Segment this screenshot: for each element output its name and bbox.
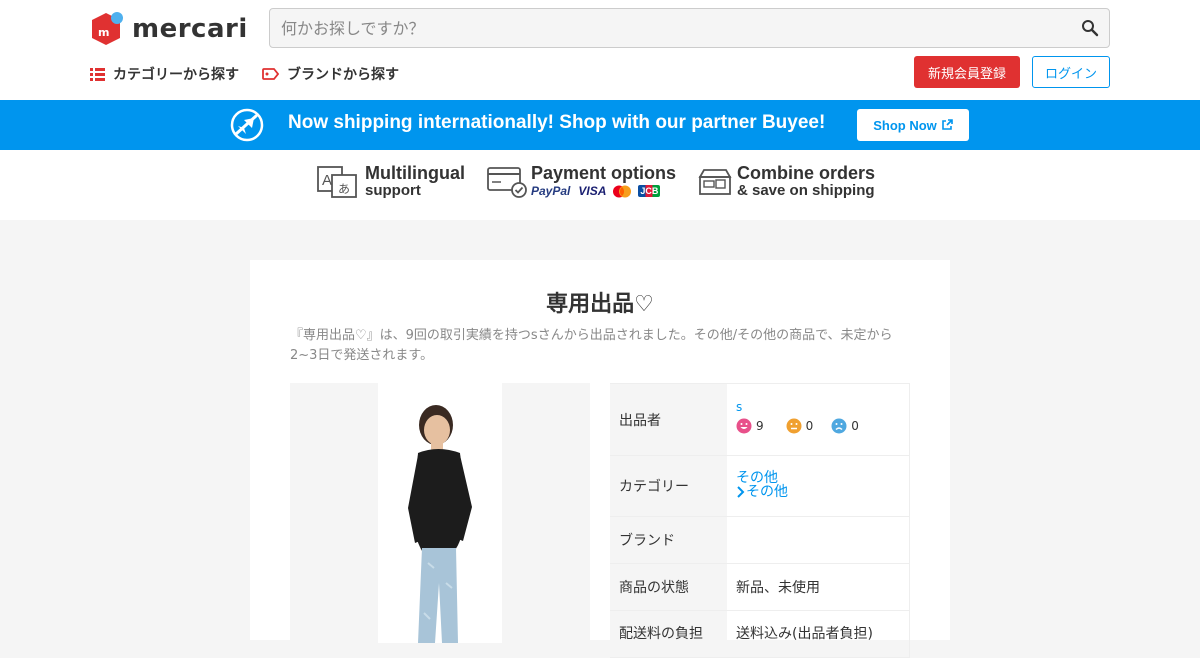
photo-frame bbox=[378, 383, 502, 643]
item-description: 『専用出品♡』は、9回の取引実績を持つsさんから出品されました。その他/その他の… bbox=[290, 328, 893, 363]
rating-normal-count: 0 bbox=[805, 419, 814, 433]
features-bar: A あ Multilingual support Payment options… bbox=[0, 150, 1200, 220]
login-button[interactable]: ログイン bbox=[1032, 56, 1110, 88]
sad-face-icon bbox=[831, 418, 847, 434]
svg-text:あ: あ bbox=[338, 182, 350, 196]
condition-value: 新品、未使用 bbox=[727, 564, 910, 610]
svg-text:A: A bbox=[322, 172, 332, 189]
nav-category-link[interactable]: カテゴリーから探す bbox=[90, 64, 239, 84]
combine-title: Combine orders bbox=[737, 163, 876, 183]
translate-icon: A あ bbox=[317, 166, 357, 198]
rating-good-count: 9 bbox=[756, 419, 764, 433]
rating-bad: 0 bbox=[831, 418, 859, 434]
combine-sub: & save on shipping bbox=[737, 182, 875, 199]
list-icon bbox=[90, 67, 105, 81]
item-details-table: 出品者 s 9 0 0 カテゴリー その他 その他 ブランド 商品の状態 新品、… bbox=[610, 383, 910, 658]
visa-logo: VISA bbox=[578, 184, 607, 198]
category-sub: その他 bbox=[736, 485, 909, 499]
shipping-value: 送料込み(出品者負担) bbox=[727, 611, 910, 657]
mastercard-logo-icon bbox=[613, 185, 632, 197]
rating-normal: 0 bbox=[786, 418, 814, 434]
item-photo[interactable] bbox=[290, 383, 590, 643]
nav-brand-label: ブランドから探す bbox=[287, 67, 399, 83]
seller-label: 出品者 bbox=[610, 384, 727, 455]
seller-name-link[interactable]: s bbox=[736, 400, 909, 414]
airplane-globe-icon bbox=[230, 108, 264, 142]
box-icon bbox=[698, 169, 732, 195]
mercari-logo[interactable]: m mercari bbox=[90, 11, 248, 47]
feature-multilingual: A あ Multilingual support bbox=[317, 164, 465, 200]
payment-title: Payment options bbox=[531, 163, 677, 183]
search-bar bbox=[269, 8, 1110, 48]
detail-row-seller: 出品者 s 9 0 0 bbox=[610, 384, 910, 456]
category-link-2[interactable]: その他 bbox=[746, 485, 788, 499]
feature-combine: Combine orders & save on shipping bbox=[698, 164, 875, 200]
shipping-label: 配送料の負担 bbox=[610, 611, 727, 657]
chevron-right-icon bbox=[737, 486, 745, 498]
buyee-banner: Now shipping internationally! Shop with … bbox=[0, 100, 1200, 150]
detail-row-shipping: 配送料の負担 送料込み(出品者負担) bbox=[610, 611, 910, 658]
tag-icon bbox=[262, 68, 279, 80]
multilingual-sub: support bbox=[365, 182, 421, 199]
jcb-logo: JCB bbox=[638, 185, 661, 197]
detail-row-brand: ブランド bbox=[610, 517, 910, 564]
category-label: カテゴリー bbox=[610, 456, 727, 516]
banner-text: Now shipping internationally! Shop with … bbox=[288, 112, 826, 133]
seller-ratings: 9 0 0 bbox=[736, 418, 909, 434]
item-title: 専用出品♡ bbox=[546, 292, 654, 317]
logo-text: mercari bbox=[132, 14, 248, 44]
feature-payment: Payment options PayPal VISA JCB bbox=[487, 164, 676, 198]
paypal-logo: PayPal bbox=[531, 184, 571, 198]
smile-face-icon bbox=[736, 418, 752, 434]
shop-now-label: Shop Now bbox=[873, 117, 937, 133]
multilingual-title: Multilingual bbox=[365, 163, 465, 183]
rating-good: 9 bbox=[736, 418, 764, 434]
neutral-face-icon bbox=[786, 418, 802, 434]
condition-label: 商品の状態 bbox=[610, 564, 727, 610]
shop-now-button[interactable]: Shop Now bbox=[857, 109, 969, 141]
nav-brand-link[interactable]: ブランドから探す bbox=[262, 64, 399, 84]
mercari-box-icon: m bbox=[92, 12, 123, 45]
site-header: m mercari カテゴリーから探す ブランドから探す 新規会員登録 ログイン bbox=[0, 0, 1200, 100]
seller-cell: s 9 0 0 bbox=[727, 384, 910, 455]
external-link-icon bbox=[941, 119, 953, 130]
detail-row-category: カテゴリー その他 その他 bbox=[610, 456, 910, 517]
detail-row-condition: 商品の状態 新品、未使用 bbox=[610, 564, 910, 611]
svg-text:m: m bbox=[98, 26, 109, 39]
person-photo-icon bbox=[408, 405, 472, 643]
item-card: 専用出品♡ 『専用出品♡』は、9回の取引実績を持つsさんから出品されました。その… bbox=[250, 260, 950, 658]
brand-label: ブランド bbox=[610, 517, 727, 563]
payment-logos: PayPal VISA JCB bbox=[531, 184, 676, 198]
search-icon[interactable] bbox=[1081, 19, 1099, 37]
nav-category-label: カテゴリーから探す bbox=[113, 67, 239, 83]
signup-button[interactable]: 新規会員登録 bbox=[914, 56, 1020, 88]
rating-bad-count: 0 bbox=[851, 419, 859, 433]
search-input[interactable] bbox=[270, 9, 1070, 47]
category-link-1[interactable]: その他 bbox=[736, 471, 909, 485]
category-cell: その他 その他 bbox=[727, 456, 910, 516]
credit-card-icon bbox=[487, 167, 527, 198]
brand-value bbox=[727, 517, 910, 563]
